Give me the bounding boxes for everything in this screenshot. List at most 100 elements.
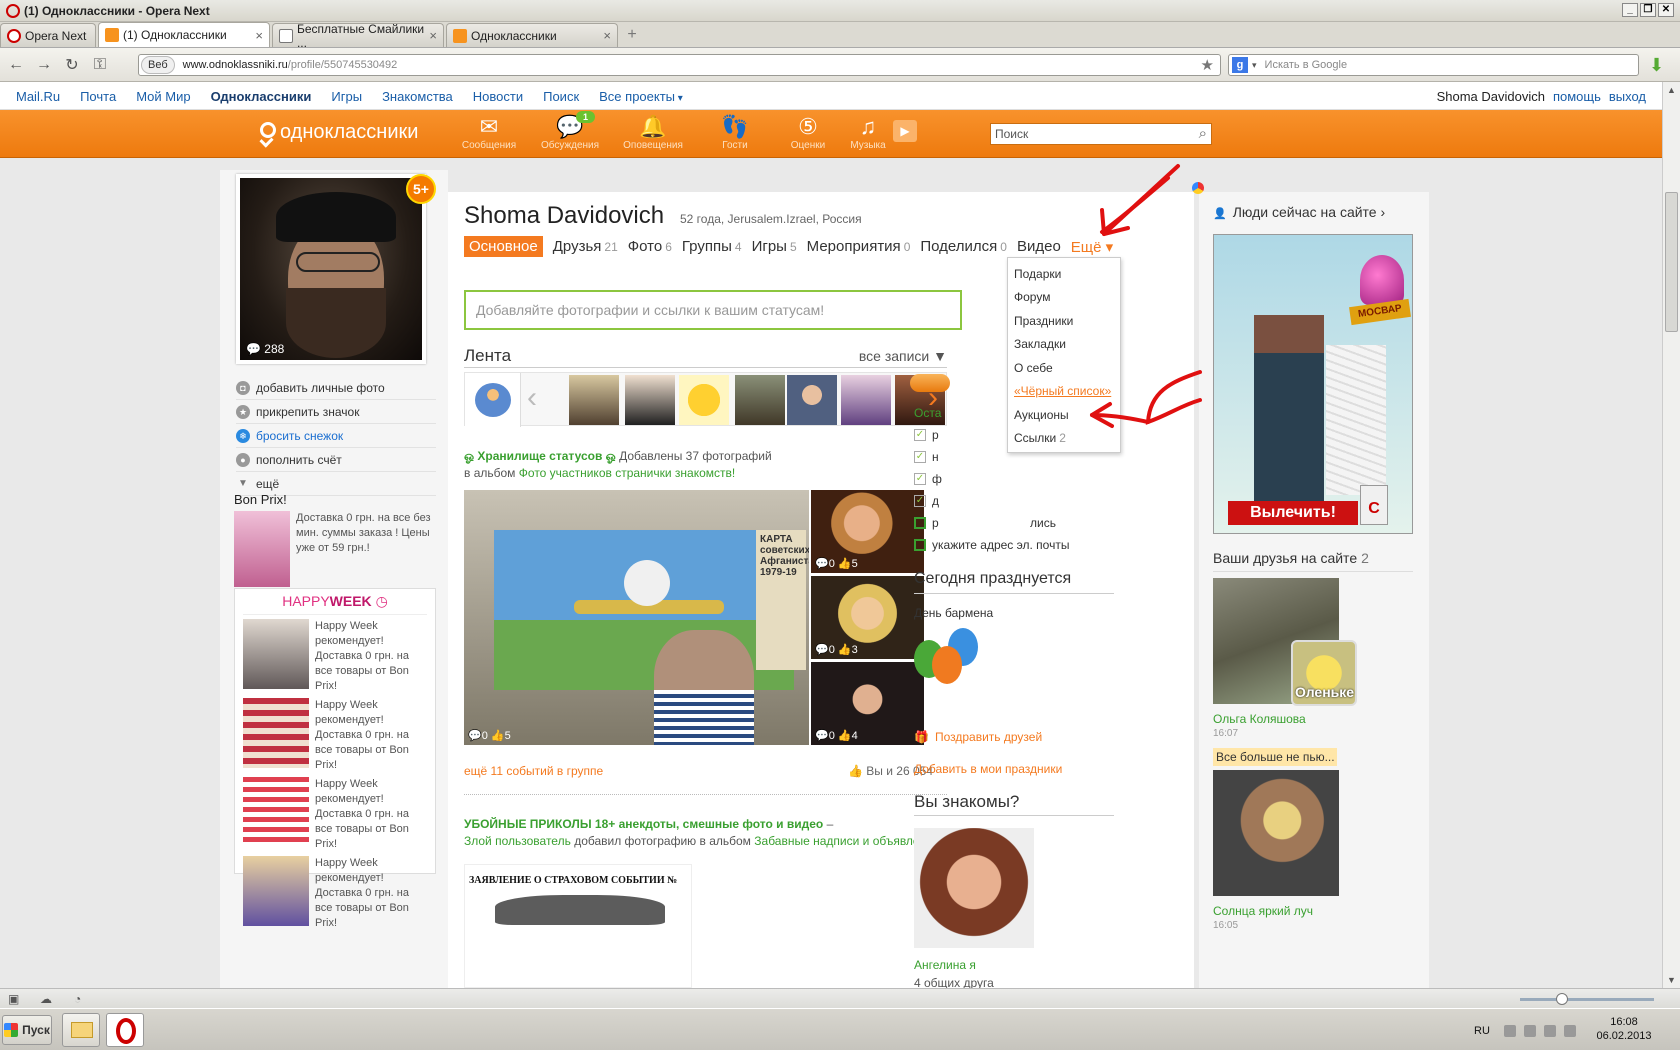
opera-taskbar-button[interactable] xyxy=(106,1013,144,1047)
strip-thumb[interactable] xyxy=(569,375,619,425)
bonprix-ad-image[interactable] xyxy=(234,511,290,587)
friend-photo[interactable] xyxy=(1213,770,1339,896)
wand-key-button[interactable]: ⚿ xyxy=(88,56,112,74)
suggested-person-name[interactable]: Ангелина я xyxy=(914,958,1114,972)
explorer-taskbar-button[interactable] xyxy=(62,1013,100,1047)
todo-item[interactable]: ✓ д xyxy=(914,490,1114,512)
bookmark-star-icon[interactable]: ★ xyxy=(1201,56,1214,74)
link-znakomstva[interactable]: Знакомства xyxy=(382,89,453,104)
ad-cure-button[interactable]: Вылечить! xyxy=(1228,501,1358,525)
nav-discussions[interactable]: 💬 Обсуждения 1 xyxy=(538,111,602,151)
close-window-button[interactable]: ✕ xyxy=(1658,3,1674,17)
menu-item-holidays[interactable]: Праздники xyxy=(1008,309,1120,333)
mosvar-game-ad[interactable]: МОСВАР Вылечить! C xyxy=(1213,234,1413,534)
strip-thumb-sun[interactable] xyxy=(679,375,729,425)
nav-messages[interactable]: ✉ Сообщения xyxy=(457,114,521,151)
engine-dropdown-icon[interactable]: ▾ xyxy=(1252,60,1257,71)
network-icon[interactable] xyxy=(1524,1025,1536,1037)
post1-side-photo[interactable]: 💬0 👍5 xyxy=(811,490,924,573)
nav-ratings[interactable]: ⑤ Оценки xyxy=(776,114,840,151)
close-tab-icon[interactable]: × xyxy=(429,28,437,43)
people-online-link[interactable]: Люди сейчас на сайте › xyxy=(1213,204,1385,220)
feed-filter-dropdown[interactable]: все записи ▼ xyxy=(859,348,947,364)
search-icon[interactable]: ⌕ xyxy=(1199,125,1207,142)
status-input[interactable]: Добавляйте фотографии и ссылки к вашим с… xyxy=(464,290,962,330)
tab-odnoklassniki[interactable]: Одноклассники × xyxy=(446,23,618,47)
zoom-slider-knob[interactable] xyxy=(1556,993,1568,1005)
todo-item[interactable]: р лись xyxy=(914,512,1114,534)
post2-user-link[interactable]: Злой пользователь xyxy=(464,834,571,848)
close-tab-icon[interactable]: × xyxy=(603,28,611,43)
menu-item-gifts[interactable]: Подарки xyxy=(1008,262,1120,286)
link-pochta[interactable]: Почта xyxy=(80,89,116,104)
friend-gift[interactable]: Оленьке xyxy=(1291,640,1357,706)
menu-item-about[interactable]: О себе xyxy=(1008,356,1120,380)
clock[interactable]: 16:08 06.02.2013 xyxy=(1594,1015,1654,1043)
more-events-link[interactable]: ещё 11 событий в группе xyxy=(464,764,603,778)
happyweek-item[interactable]: Happy Week рекомендует! Доставка 0 грн. … xyxy=(243,698,427,773)
tab-photos[interactable]: Фото 6 xyxy=(628,238,672,255)
strip-thumb[interactable] xyxy=(787,375,837,425)
happyweek-item[interactable]: Happy Week рекомендует! Доставка 0 грн. … xyxy=(243,619,427,694)
avatar-comment-count[interactable]: 💬 288 xyxy=(246,342,284,356)
speedometer-icon[interactable]: ◔ xyxy=(74,992,81,1006)
throw-snowball-link[interactable]: ❄ бросить снежок xyxy=(236,424,436,448)
tray-icon[interactable] xyxy=(1544,1025,1556,1037)
start-button[interactable]: Пуск xyxy=(2,1015,52,1045)
scrollbar-thumb[interactable] xyxy=(1665,192,1678,332)
tab-more-dropdown[interactable]: Ещё ▾ xyxy=(1071,238,1113,256)
vertical-scrollbar[interactable]: ▲ ▼ xyxy=(1662,82,1680,988)
close-tab-icon[interactable]: × xyxy=(255,28,263,43)
link-poisk[interactable]: Поиск xyxy=(543,89,579,104)
link-all-projects[interactable]: Все проекты xyxy=(599,89,683,104)
opera-menu-tab[interactable]: Opera Next xyxy=(0,23,96,47)
tab-groups[interactable]: Группы 4 xyxy=(682,238,742,255)
profile-avatar[interactable]: 💬 288 xyxy=(236,174,426,364)
todo-item-email[interactable]: укажите адрес эл. почты xyxy=(914,534,1114,556)
strip-thumb[interactable] xyxy=(735,375,785,425)
scroll-up-arrow[interactable]: ▲ xyxy=(1663,82,1680,98)
link-odnoklassniki[interactable]: Одноклассники xyxy=(211,89,312,104)
photo-likes[interactable]: 4 xyxy=(852,730,858,742)
cloud-icon[interactable]: ☁ xyxy=(40,992,52,1006)
rating-5plus-badge[interactable]: 5+ xyxy=(406,174,436,204)
post1-side-photo[interactable]: 💬0 👍3 xyxy=(811,576,924,659)
strip-thumb[interactable] xyxy=(841,375,891,425)
back-button[interactable]: ← xyxy=(4,56,28,74)
people-group-thumb[interactable] xyxy=(465,373,521,427)
web-badge[interactable]: Веб xyxy=(141,56,175,74)
attach-badge-link[interactable]: ★ прикрепить значок xyxy=(236,400,436,424)
google-search-field[interactable]: g ▾ Искать в Google xyxy=(1228,54,1639,76)
language-indicator[interactable]: RU xyxy=(1474,1025,1490,1037)
add-holiday-link[interactable]: Добавить в мои праздники xyxy=(914,762,1114,776)
post1-group-link[interactable]: ஓ Хранилище статусов ஓ xyxy=(464,449,616,463)
menu-item-bookmarks[interactable]: Закладки xyxy=(1008,333,1120,357)
post1-side-photo[interactable]: 💬0 👍4 xyxy=(811,662,924,745)
google-icon[interactable]: g xyxy=(1232,57,1248,73)
volume-icon[interactable] xyxy=(1564,1025,1576,1037)
tab-smileys[interactable]: Бесплатные Смайлики ... × xyxy=(272,22,444,50)
new-tab-button[interactable]: + xyxy=(620,23,644,47)
top-up-account-link[interactable]: ● пополнить счёт xyxy=(236,448,436,472)
link-novosti[interactable]: Новости xyxy=(473,89,523,104)
menu-item-forum[interactable]: Форум xyxy=(1008,286,1120,310)
post2-photo[interactable]: ЗАЯВЛЕНИЕ О СТРАХОВОМ СОБЫТИИ № xyxy=(464,864,692,988)
link-mailru[interactable]: Mail.Ru xyxy=(16,89,60,104)
congratulate-friends-link[interactable]: 🎁 Поздравить друзей xyxy=(914,730,1114,744)
photo-comments[interactable]: 0 xyxy=(829,730,835,742)
tab-shared[interactable]: Поделился 0 xyxy=(920,238,1007,255)
photo-likes[interactable]: 5 xyxy=(852,558,858,570)
friend-name[interactable]: Солнца яркий луч xyxy=(1213,904,1313,918)
forward-button[interactable]: → xyxy=(32,56,56,74)
menu-item-blacklist[interactable]: «Чёрный список» xyxy=(1008,380,1120,404)
link-moi-mir[interactable]: Мой Мир xyxy=(136,89,190,104)
common-friends-link[interactable]: 4 общих друга xyxy=(914,976,1114,988)
tab-main[interactable]: Основное xyxy=(464,236,543,257)
tab-video[interactable]: Видео xyxy=(1017,238,1061,255)
tab-games[interactable]: Игры 5 xyxy=(752,238,797,255)
tab-events[interactable]: Мероприятия 0 xyxy=(807,238,911,255)
zoom-slider[interactable] xyxy=(1520,998,1654,1001)
link-igry[interactable]: Игры xyxy=(331,89,362,104)
music-play-button[interactable]: ▶ xyxy=(893,120,917,142)
tab-friends[interactable]: Друзья 21 xyxy=(553,238,618,255)
